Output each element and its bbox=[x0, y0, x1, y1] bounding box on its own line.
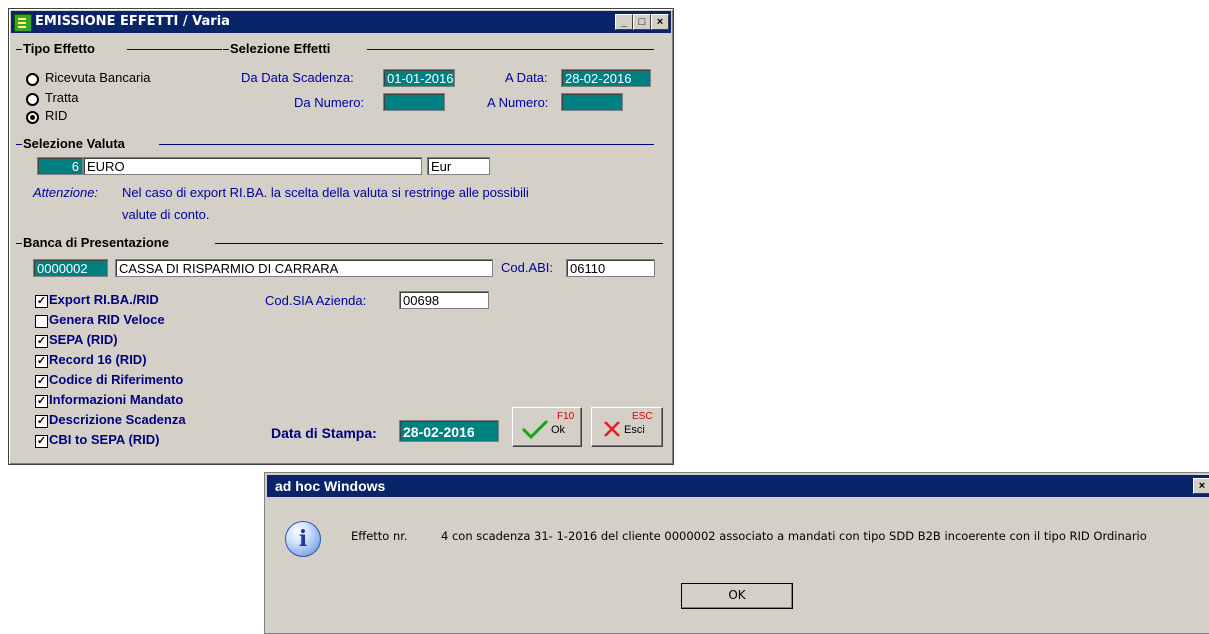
banca-heading: Banca di Presentazione bbox=[23, 235, 169, 250]
ok-shortcut-key: F10 bbox=[557, 411, 575, 422]
radio-ricevuta-bancaria[interactable] bbox=[26, 73, 39, 86]
close-button[interactable]: × bbox=[651, 14, 669, 30]
esci-button-label: Esci bbox=[624, 424, 645, 436]
export-riba-rid-label[interactable]: Export RI.BA./RID bbox=[49, 292, 159, 307]
a-numero-field[interactable] bbox=[561, 93, 623, 111]
dialog-title: ad hoc Windows bbox=[275, 478, 386, 494]
ad-hoc-windows-dialog: ad hoc Windows × i Effetto nr. 4 con sca… bbox=[264, 472, 1209, 634]
divider bbox=[215, 243, 663, 244]
esci-shortcut-key: ESC bbox=[632, 411, 653, 422]
cod-abi-label: Cod.ABI: bbox=[501, 260, 554, 275]
descrizione-scadenza-checkbox[interactable]: ✓ bbox=[35, 415, 48, 428]
codice-riferimento-checkbox[interactable]: ✓ bbox=[35, 375, 48, 388]
divider bbox=[127, 49, 222, 50]
selezione-valuta-heading: Selezione Valuta bbox=[23, 136, 125, 151]
divider bbox=[16, 243, 22, 244]
info-icon: i bbox=[285, 521, 321, 557]
divider bbox=[367, 49, 654, 50]
data-stampa-label: Data di Stampa: bbox=[271, 425, 377, 441]
maximize-button[interactable]: □ bbox=[633, 14, 651, 30]
cod-abi-field[interactable]: 06110 bbox=[566, 259, 655, 277]
dialog-ok-label: OK bbox=[728, 588, 746, 602]
attenzione-label: Attenzione: bbox=[33, 185, 99, 200]
informazioni-mandato-label[interactable]: Informazioni Mandato bbox=[49, 392, 183, 407]
cbi-to-sepa-rid-label[interactable]: CBI to SEPA (RID) bbox=[49, 432, 160, 447]
checkmark-icon bbox=[521, 419, 549, 440]
genera-rid-veloce-label[interactable]: Genera RID Veloce bbox=[49, 312, 165, 327]
da-data-scadenza-field[interactable]: 01-01-2016 bbox=[383, 69, 455, 87]
ok-button[interactable]: F10 Ok bbox=[512, 407, 582, 447]
sepa-rid-label[interactable]: SEPA (RID) bbox=[49, 332, 118, 347]
emissione-effetti-window: EMISSIONE EFFETTI / Varia _ □ × Tipo Eff… bbox=[8, 8, 674, 465]
banca-name-field[interactable]: CASSA DI RISPARMIO DI CARRARA bbox=[115, 259, 493, 277]
minimize-button[interactable]: _ bbox=[615, 14, 633, 30]
informazioni-mandato-checkbox[interactable]: ✓ bbox=[35, 395, 48, 408]
ok-button-label: Ok bbox=[551, 424, 566, 436]
record-16-rid-checkbox[interactable]: ✓ bbox=[35, 355, 48, 368]
dialog-message: 4 con scadenza 31- 1-2016 del cliente 00… bbox=[441, 529, 1147, 543]
dialog-message-prefix: Effetto nr. bbox=[351, 529, 408, 543]
attenzione-note-line1: Nel caso di export RI.BA. la scelta dell… bbox=[122, 185, 529, 200]
a-numero-label: A Numero: bbox=[487, 95, 549, 110]
export-riba-rid-checkbox[interactable]: ✓ bbox=[35, 295, 48, 308]
divider bbox=[16, 49, 22, 50]
radio-label-ricevuta-bancaria[interactable]: Ricevuta Bancaria bbox=[45, 70, 151, 85]
app-icon bbox=[14, 14, 32, 32]
window-titlebar[interactable]: EMISSIONE EFFETTI / Varia _ □ × bbox=[11, 11, 671, 33]
tipo-effetto-heading: Tipo Effetto bbox=[23, 41, 95, 56]
divider bbox=[16, 144, 22, 145]
dialog-titlebar[interactable]: ad hoc Windows × bbox=[267, 475, 1209, 497]
dialog-close-button[interactable]: × bbox=[1193, 478, 1209, 494]
data-stampa-field[interactable]: 28-02-2016 bbox=[399, 420, 499, 442]
divider bbox=[159, 144, 654, 145]
valuta-symbol-field[interactable]: Eur bbox=[427, 157, 490, 175]
window-title: EMISSIONE EFFETTI / Varia bbox=[35, 14, 230, 29]
valuta-code-field[interactable]: 6 bbox=[37, 157, 83, 175]
cancel-x-icon bbox=[604, 421, 620, 437]
radio-tratta[interactable] bbox=[26, 93, 39, 106]
sepa-rid-checkbox[interactable]: ✓ bbox=[35, 335, 48, 348]
banca-code-field[interactable]: 0000002 bbox=[33, 259, 108, 277]
descrizione-scadenza-label[interactable]: Descrizione Scadenza bbox=[49, 412, 186, 427]
a-data-label: A Data: bbox=[505, 70, 548, 85]
attenzione-note-line2: valute di conto. bbox=[122, 207, 210, 222]
genera-rid-veloce-checkbox[interactable] bbox=[35, 315, 48, 328]
cod-sia-label: Cod.SIA Azienda: bbox=[265, 293, 367, 308]
a-data-field[interactable]: 28-02-2016 bbox=[561, 69, 651, 87]
codice-riferimento-label[interactable]: Codice di Riferimento bbox=[49, 372, 183, 387]
cod-sia-field[interactable]: 00698 bbox=[399, 291, 489, 309]
valuta-name-field[interactable]: EURO bbox=[83, 157, 422, 175]
da-numero-field[interactable] bbox=[383, 93, 445, 111]
divider bbox=[223, 49, 229, 50]
da-numero-label: Da Numero: bbox=[294, 95, 365, 110]
radio-label-rid[interactable]: RID bbox=[45, 108, 67, 123]
record-16-rid-label[interactable]: Record 16 (RID) bbox=[49, 352, 147, 367]
cbi-to-sepa-rid-checkbox[interactable]: ✓ bbox=[35, 435, 48, 448]
dialog-ok-button[interactable]: OK bbox=[681, 583, 793, 609]
da-data-scadenza-label: Da Data Scadenza: bbox=[241, 70, 354, 85]
radio-label-tratta[interactable]: Tratta bbox=[45, 90, 78, 105]
radio-rid[interactable] bbox=[26, 111, 39, 124]
selezione-effetti-heading: Selezione Effetti bbox=[230, 41, 331, 56]
esci-button[interactable]: ESC Esci bbox=[591, 407, 663, 447]
